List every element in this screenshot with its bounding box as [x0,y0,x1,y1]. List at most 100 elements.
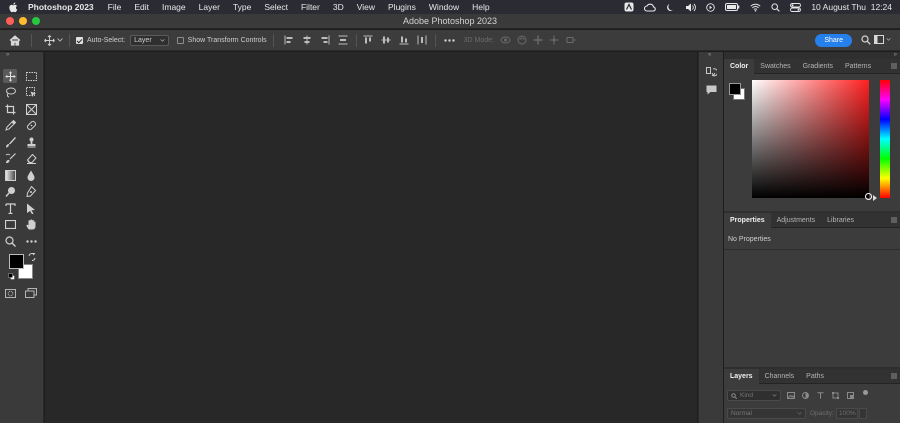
menu-3d[interactable]: 3D [333,2,344,12]
opacity-field[interactable]: 100% [836,408,858,419]
filter-shape-layers-icon[interactable] [832,392,839,399]
dock-collapse-icon[interactable]: » [894,52,897,58]
tab-properties[interactable]: Properties [724,212,771,228]
hue-slider[interactable] [880,80,890,198]
tab-paths[interactable]: Paths [800,369,830,384]
auto-select-checkbox[interactable] [76,36,83,44]
edit-toolbar-icon[interactable] [24,234,38,248]
more-options-icon[interactable] [443,38,455,42]
foreground-color-swatch[interactable] [9,254,24,269]
zoom-tool-icon[interactable] [3,234,17,248]
align-vertical-distribute-icon[interactable] [338,35,348,45]
tab-patterns[interactable]: Patterns [839,59,877,74]
switch-colors-icon[interactable] [28,253,36,261]
rectangular-marquee-tool-icon[interactable] [24,69,38,83]
align-right-edges-icon[interactable] [320,35,330,45]
rectangle-tool-icon[interactable] [3,217,17,231]
filter-pixel-layers-icon[interactable] [787,392,795,399]
play-circle-icon[interactable] [706,2,716,12]
creative-cloud-icon[interactable] [644,3,657,12]
tab-adjustments[interactable]: Adjustments [771,213,822,228]
pen-tool-icon[interactable] [24,184,38,198]
blur-tool-icon[interactable] [24,168,38,182]
dodge-tool-icon[interactable] [3,184,17,198]
object-selection-tool-icon[interactable] [24,85,38,99]
lasso-tool-icon[interactable] [3,85,17,99]
menu-image[interactable]: Image [162,2,186,12]
spotlight-search-icon[interactable] [771,2,781,12]
filter-toggle-icon[interactable] [863,390,868,395]
filter-smart-objects-icon[interactable] [847,392,854,399]
menu-file[interactable]: File [108,2,122,12]
menu-view[interactable]: View [357,2,375,12]
menu-type[interactable]: Type [233,2,251,12]
menu-select[interactable]: Select [264,2,288,12]
spot-healing-brush-tool-icon[interactable] [24,118,38,132]
filter-type-layers-icon[interactable] [817,392,824,399]
quick-mask-mode-icon[interactable] [3,286,17,300]
tab-channels[interactable]: Channels [759,369,801,384]
moon-icon[interactable] [666,3,675,12]
screen-mode-icon[interactable] [24,286,38,300]
blend-mode-dropdown[interactable]: Normal [727,408,806,419]
menu-help[interactable]: Help [472,2,489,12]
gradient-tool-icon[interactable] [3,168,17,182]
history-brush-tool-icon[interactable] [3,151,17,165]
share-button[interactable]: Share [815,34,852,47]
home-icon[interactable] [9,34,21,46]
menu-window[interactable]: Window [429,2,459,12]
panels-collapse-icon[interactable]: « [708,52,711,58]
color-picker-field[interactable] [752,80,869,198]
panel-foreground-swatch[interactable] [729,83,741,95]
menu-filter[interactable]: Filter [301,2,320,12]
align-top-edges-icon[interactable] [363,35,373,45]
chevron-down-icon [797,412,802,415]
move-tool-preset-icon[interactable] [44,34,63,46]
menu-plugins[interactable]: Plugins [388,2,416,12]
path-selection-tool-icon[interactable] [24,201,38,215]
tab-layers[interactable]: Layers [724,368,759,384]
tab-swatches[interactable]: Swatches [754,59,796,74]
clock-datetime[interactable]: 10 August Thu 12:24 [811,2,892,12]
show-transform-controls-checkbox[interactable] [176,36,184,44]
control-center-icon[interactable] [790,2,802,12]
history-panel-icon[interactable] [706,67,717,78]
tab-gradients[interactable]: Gradients [797,59,839,74]
battery-icon[interactable] [725,3,740,11]
menu-edit[interactable]: Edit [134,2,149,12]
default-colors-icon[interactable] [8,273,15,280]
tab-color[interactable]: Color [724,58,755,74]
type-tool-icon[interactable] [3,201,17,215]
filter-adjustment-layers-icon[interactable] [802,392,809,399]
align-left-edges-icon[interactable] [284,35,294,45]
menu-layer[interactable]: Layer [199,2,220,12]
menu-app-name[interactable]: Photoshop 2023 [28,2,94,12]
frame-tool-icon[interactable] [24,102,38,116]
color-picker-handle[interactable] [865,193,872,200]
align-horizontal-centers-icon[interactable] [302,35,312,45]
align-vertical-centers-icon[interactable] [381,35,391,45]
move-tool-icon[interactable] [3,69,17,83]
align-bottom-edges-icon[interactable] [399,35,409,45]
clone-stamp-tool-icon[interactable] [24,135,38,149]
auto-select-target-dropdown[interactable]: Layer [130,34,169,46]
opacity-slider-button[interactable] [859,408,867,419]
distribute-horizontal-icon[interactable] [417,35,427,45]
tab-libraries[interactable]: Libraries [821,213,860,228]
hand-tool-icon[interactable] [24,217,38,231]
hue-slider-thumb-icon[interactable] [873,195,877,201]
search-icon[interactable] [861,35,871,45]
layer-filter-dropdown[interactable]: Kind [727,390,781,401]
creative-cloud-status-icon[interactable] [624,2,634,12]
apple-menu-icon[interactable] [8,1,20,13]
comments-panel-icon[interactable] [706,85,717,95]
workspace-switcher-icon[interactable] [874,35,891,44]
brush-tool-icon[interactable] [3,135,17,149]
tools-panel-collapse-icon[interactable]: » [6,52,9,58]
wifi-icon[interactable] [750,3,761,12]
document-workspace[interactable] [45,52,697,423]
crop-tool-icon[interactable] [3,102,17,116]
eraser-tool-icon[interactable] [24,151,38,165]
eyedropper-tool-icon[interactable] [3,118,17,132]
volume-icon[interactable] [685,3,697,12]
